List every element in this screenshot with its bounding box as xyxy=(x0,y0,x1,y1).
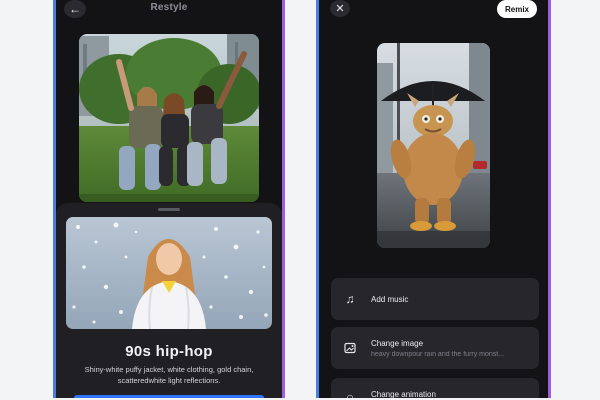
change-animation-option[interactable]: ○ Change animation xyxy=(331,378,539,398)
add-music-option[interactable]: ♫ Add music xyxy=(331,278,539,320)
animation-icon: ○ xyxy=(346,390,354,398)
close-button[interactable]: ✕ xyxy=(330,0,350,17)
sheet-drag-handle[interactable] xyxy=(158,208,180,211)
source-photo xyxy=(79,34,259,202)
apply-button[interactable] xyxy=(74,395,264,398)
style-description: Shiny-white puffy jacket, white clothing… xyxy=(84,365,254,385)
remix-screen: ✕ Remix ♫ Add music Change image heavy d… xyxy=(316,0,551,398)
music-note-icon: ♫ xyxy=(345,292,355,306)
option-title: Change animation xyxy=(371,390,436,398)
top-bar: ← Restyle xyxy=(53,0,285,20)
option-subtitle: heavy downpour rain and the furry monst.… xyxy=(371,351,505,358)
screen-title: Restyle xyxy=(150,2,188,13)
style-name: 90s hip-hop xyxy=(125,343,213,360)
remix-button[interactable]: Remix xyxy=(497,0,537,18)
restyle-screen: ← Restyle 90s hip-hop Shiny-white puffy … xyxy=(53,0,285,398)
generated-video-preview[interactable] xyxy=(377,43,490,248)
style-preview-image[interactable] xyxy=(66,217,272,329)
change-image-option[interactable]: Change image heavy downpour rain and the… xyxy=(331,327,539,369)
image-edit-icon xyxy=(343,327,357,369)
close-icon: ✕ xyxy=(335,3,345,15)
option-title: Change image xyxy=(371,339,424,348)
option-title: Add music xyxy=(371,295,409,304)
style-bottom-sheet: 90s hip-hop Shiny-white puffy jacket, wh… xyxy=(56,203,282,398)
